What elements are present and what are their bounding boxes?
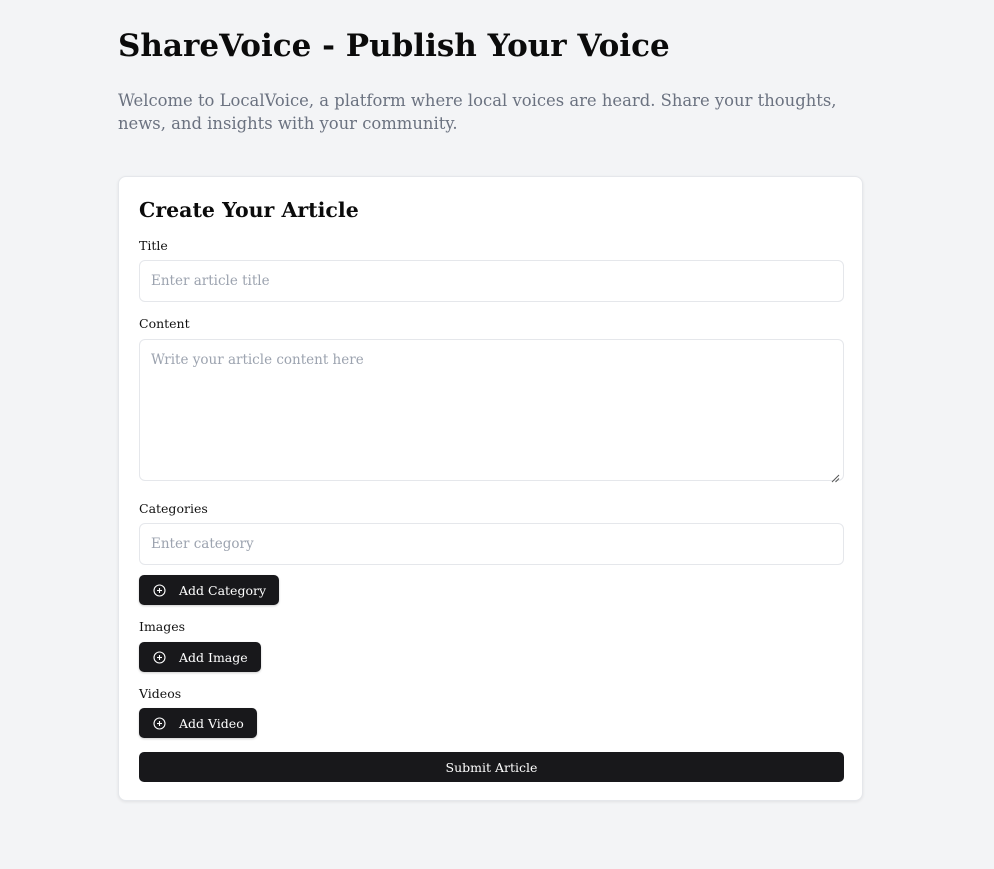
title-input[interactable] — [139, 260, 844, 302]
categories-label: Categories — [139, 501, 208, 516]
add-image-label: Add Image — [179, 649, 248, 665]
plus-circle-icon — [153, 650, 166, 664]
add-category-label: Add Category — [179, 582, 267, 598]
form-heading: Create Your Article — [139, 198, 359, 222]
submit-article-button[interactable]: Submit Article — [139, 752, 844, 782]
page-title: ShareVoice - Publish Your Voice — [118, 28, 670, 64]
intro-text: Welcome to LocalVoice, a platform where … — [118, 91, 837, 133]
page: ShareVoice - Publish Your Voice Welcome … — [0, 0, 994, 869]
title-label: Title — [139, 238, 168, 253]
add-image-button[interactable]: Add Image — [139, 642, 261, 672]
content-textarea[interactable] — [139, 339, 844, 481]
resize-grip-icon[interactable] — [830, 468, 840, 483]
content-label: Content — [139, 316, 190, 331]
images-label: Images — [139, 619, 186, 634]
add-video-label: Add Video — [179, 715, 244, 731]
videos-label: Videos — [139, 686, 182, 701]
add-category-button[interactable]: Add Category — [139, 575, 280, 605]
plus-circle-icon — [153, 716, 166, 730]
add-video-button[interactable]: Add Video — [139, 708, 257, 738]
article-form-card: Create Your Article Title Content Catego… — [118, 176, 863, 801]
category-input[interactable] — [139, 523, 844, 565]
plus-circle-icon — [153, 583, 166, 597]
